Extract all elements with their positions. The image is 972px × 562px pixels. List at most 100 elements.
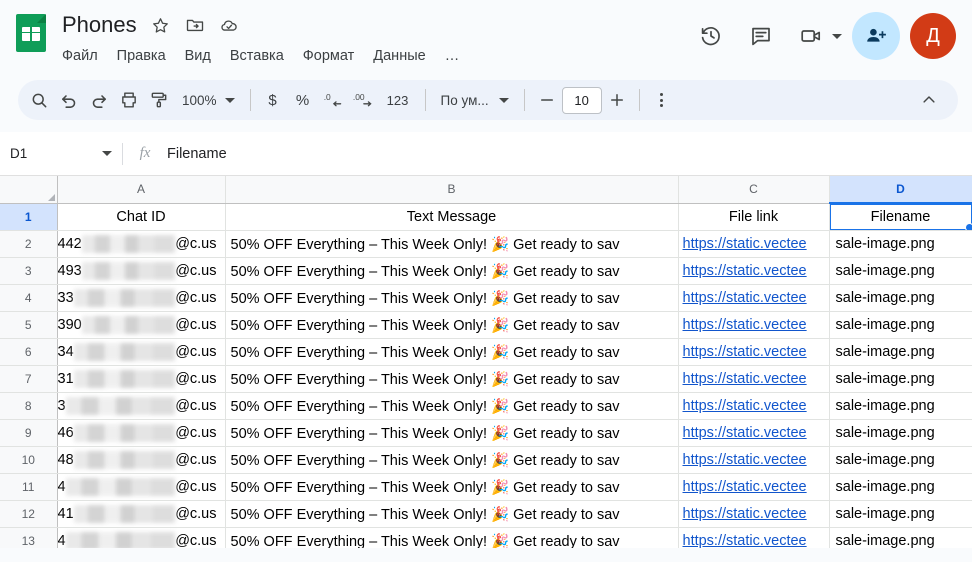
cell-chat-id[interactable]: 46@c.us <box>57 420 225 447</box>
share-button[interactable] <box>852 12 900 60</box>
file-link[interactable]: https://static.vectee <box>683 425 807 441</box>
chevron-down-icon[interactable] <box>832 34 842 39</box>
menu-item-format[interactable]: Формат <box>303 48 355 64</box>
cell-filename[interactable]: sale-image.png <box>829 447 972 474</box>
decrease-font-size-button[interactable] <box>532 85 562 115</box>
cell-text-message[interactable]: 50% OFF Everything – This Week Only! 🎉 G… <box>225 312 678 339</box>
video-call-icon[interactable] <box>791 16 831 56</box>
cell-filename[interactable]: sale-image.png <box>829 366 972 393</box>
row-header-10[interactable]: 10 <box>0 447 57 474</box>
cell-filename[interactable]: sale-image.png <box>829 501 972 528</box>
menu-item-view[interactable]: Вид <box>185 48 211 64</box>
user-avatar[interactable]: Д <box>910 13 956 59</box>
undo-icon[interactable] <box>54 85 84 115</box>
cell-text-message[interactable]: 50% OFF Everything – This Week Only! 🎉 G… <box>225 447 678 474</box>
row-header-7[interactable]: 7 <box>0 366 57 393</box>
file-link[interactable]: https://static.vectee <box>683 452 807 468</box>
cell-text-message[interactable]: 50% OFF Everything – This Week Only! 🎉 G… <box>225 501 678 528</box>
cell-file-link[interactable]: https://static.vectee <box>678 312 829 339</box>
star-icon[interactable] <box>151 15 171 35</box>
cell-filename[interactable]: sale-image.png <box>829 474 972 501</box>
file-link[interactable]: https://static.vectee <box>683 344 807 360</box>
cell-text-message[interactable]: 50% OFF Everything – This Week Only! 🎉 G… <box>225 231 678 258</box>
cell-filename[interactable]: sale-image.png <box>829 285 972 312</box>
cell-chat-id[interactable]: 41@c.us <box>57 501 225 528</box>
column-header-a[interactable]: A <box>57 176 225 203</box>
zoom-select[interactable]: 100% <box>174 85 243 115</box>
row-header-13[interactable]: 13 <box>0 528 57 549</box>
increase-font-size-button[interactable] <box>602 85 632 115</box>
collapse-toolbar-icon[interactable] <box>914 85 944 115</box>
menu-item-file[interactable]: Файл <box>62 48 98 64</box>
cell-file-link[interactable]: https://static.vectee <box>678 474 829 501</box>
chevron-down-icon[interactable] <box>102 151 112 156</box>
cell-filename[interactable]: sale-image.png <box>829 258 972 285</box>
name-box[interactable]: D1 <box>0 132 122 175</box>
cell-text-message[interactable]: 50% OFF Everything – This Week Only! 🎉 G… <box>225 528 678 549</box>
number-format-button[interactable]: 123 <box>378 85 418 115</box>
cell-filename[interactable]: sale-image.png <box>829 231 972 258</box>
file-link[interactable]: https://static.vectee <box>683 398 807 414</box>
cell-file-link[interactable]: https://static.vectee <box>678 420 829 447</box>
comment-icon[interactable] <box>741 16 781 56</box>
menu-item-insert[interactable]: Вставка <box>230 48 284 64</box>
spreadsheet-grid[interactable]: A B C D 1 Chat ID Text Message File link… <box>0 176 972 548</box>
file-link[interactable]: https://static.vectee <box>683 533 807 548</box>
cloud-saved-icon[interactable] <box>219 15 239 35</box>
row-header-3[interactable]: 3 <box>0 258 57 285</box>
cell-file-link[interactable]: https://static.vectee <box>678 366 829 393</box>
decrease-decimal-button[interactable]: .0 <box>318 85 348 115</box>
file-link[interactable]: https://static.vectee <box>683 506 807 522</box>
column-header-d[interactable]: D <box>829 176 972 203</box>
cell-chat-id[interactable]: 390@c.us <box>57 312 225 339</box>
sheets-logo[interactable] <box>14 8 48 58</box>
cell-text-message[interactable]: 50% OFF Everything – This Week Only! 🎉 G… <box>225 258 678 285</box>
row-header-12[interactable]: 12 <box>0 501 57 528</box>
row-header-9[interactable]: 9 <box>0 420 57 447</box>
formula-input[interactable]: Filename <box>167 146 972 162</box>
menu-overflow-button[interactable]: … <box>445 48 461 64</box>
cell-file-link[interactable]: https://static.vectee <box>678 258 829 285</box>
cell-filename[interactable]: sale-image.png <box>829 420 972 447</box>
cell-chat-id[interactable]: 31@c.us <box>57 366 225 393</box>
font-family-select[interactable]: По ум... <box>433 85 517 115</box>
cell-chat-id[interactable]: 33@c.us <box>57 285 225 312</box>
file-link[interactable]: https://static.vectee <box>683 290 807 306</box>
cell-file-link[interactable]: https://static.vectee <box>678 501 829 528</box>
move-to-folder-icon[interactable] <box>185 15 205 35</box>
menu-item-data[interactable]: Данные <box>373 48 425 64</box>
row-header-5[interactable]: 5 <box>0 312 57 339</box>
cell-file-link[interactable]: https://static.vectee <box>678 285 829 312</box>
file-link[interactable]: https://static.vectee <box>683 317 807 333</box>
cell-b1[interactable]: Text Message <box>225 203 678 231</box>
cell-text-message[interactable]: 50% OFF Everything – This Week Only! 🎉 G… <box>225 285 678 312</box>
cell-file-link[interactable]: https://static.vectee <box>678 231 829 258</box>
redo-icon[interactable] <box>84 85 114 115</box>
row-header-8[interactable]: 8 <box>0 393 57 420</box>
file-link[interactable]: https://static.vectee <box>683 236 807 252</box>
fill-handle[interactable] <box>965 223 972 231</box>
cell-a1[interactable]: Chat ID <box>57 203 225 231</box>
row-header-11[interactable]: 11 <box>0 474 57 501</box>
row-header-6[interactable]: 6 <box>0 339 57 366</box>
more-options-icon[interactable] <box>647 85 677 115</box>
cell-text-message[interactable]: 50% OFF Everything – This Week Only! 🎉 G… <box>225 393 678 420</box>
cell-chat-id[interactable]: 493@c.us <box>57 258 225 285</box>
cell-file-link[interactable]: https://static.vectee <box>678 447 829 474</box>
print-icon[interactable] <box>114 85 144 115</box>
cell-file-link[interactable]: https://static.vectee <box>678 528 829 549</box>
cell-chat-id[interactable]: 3@c.us <box>57 393 225 420</box>
cell-file-link[interactable]: https://static.vectee <box>678 393 829 420</box>
cell-text-message[interactable]: 50% OFF Everything – This Week Only! 🎉 G… <box>225 420 678 447</box>
cell-filename[interactable]: sale-image.png <box>829 528 972 549</box>
menu-item-edit[interactable]: Правка <box>117 48 166 64</box>
cell-chat-id[interactable]: 4@c.us <box>57 528 225 549</box>
row-header-1[interactable]: 1 <box>0 203 57 231</box>
version-history-icon[interactable] <box>691 16 731 56</box>
cell-text-message[interactable]: 50% OFF Everything – This Week Only! 🎉 G… <box>225 339 678 366</box>
cell-text-message[interactable]: 50% OFF Everything – This Week Only! 🎉 G… <box>225 474 678 501</box>
row-header-2[interactable]: 2 <box>0 231 57 258</box>
cell-filename[interactable]: sale-image.png <box>829 339 972 366</box>
paint-format-icon[interactable] <box>144 85 174 115</box>
column-header-b[interactable]: B <box>225 176 678 203</box>
